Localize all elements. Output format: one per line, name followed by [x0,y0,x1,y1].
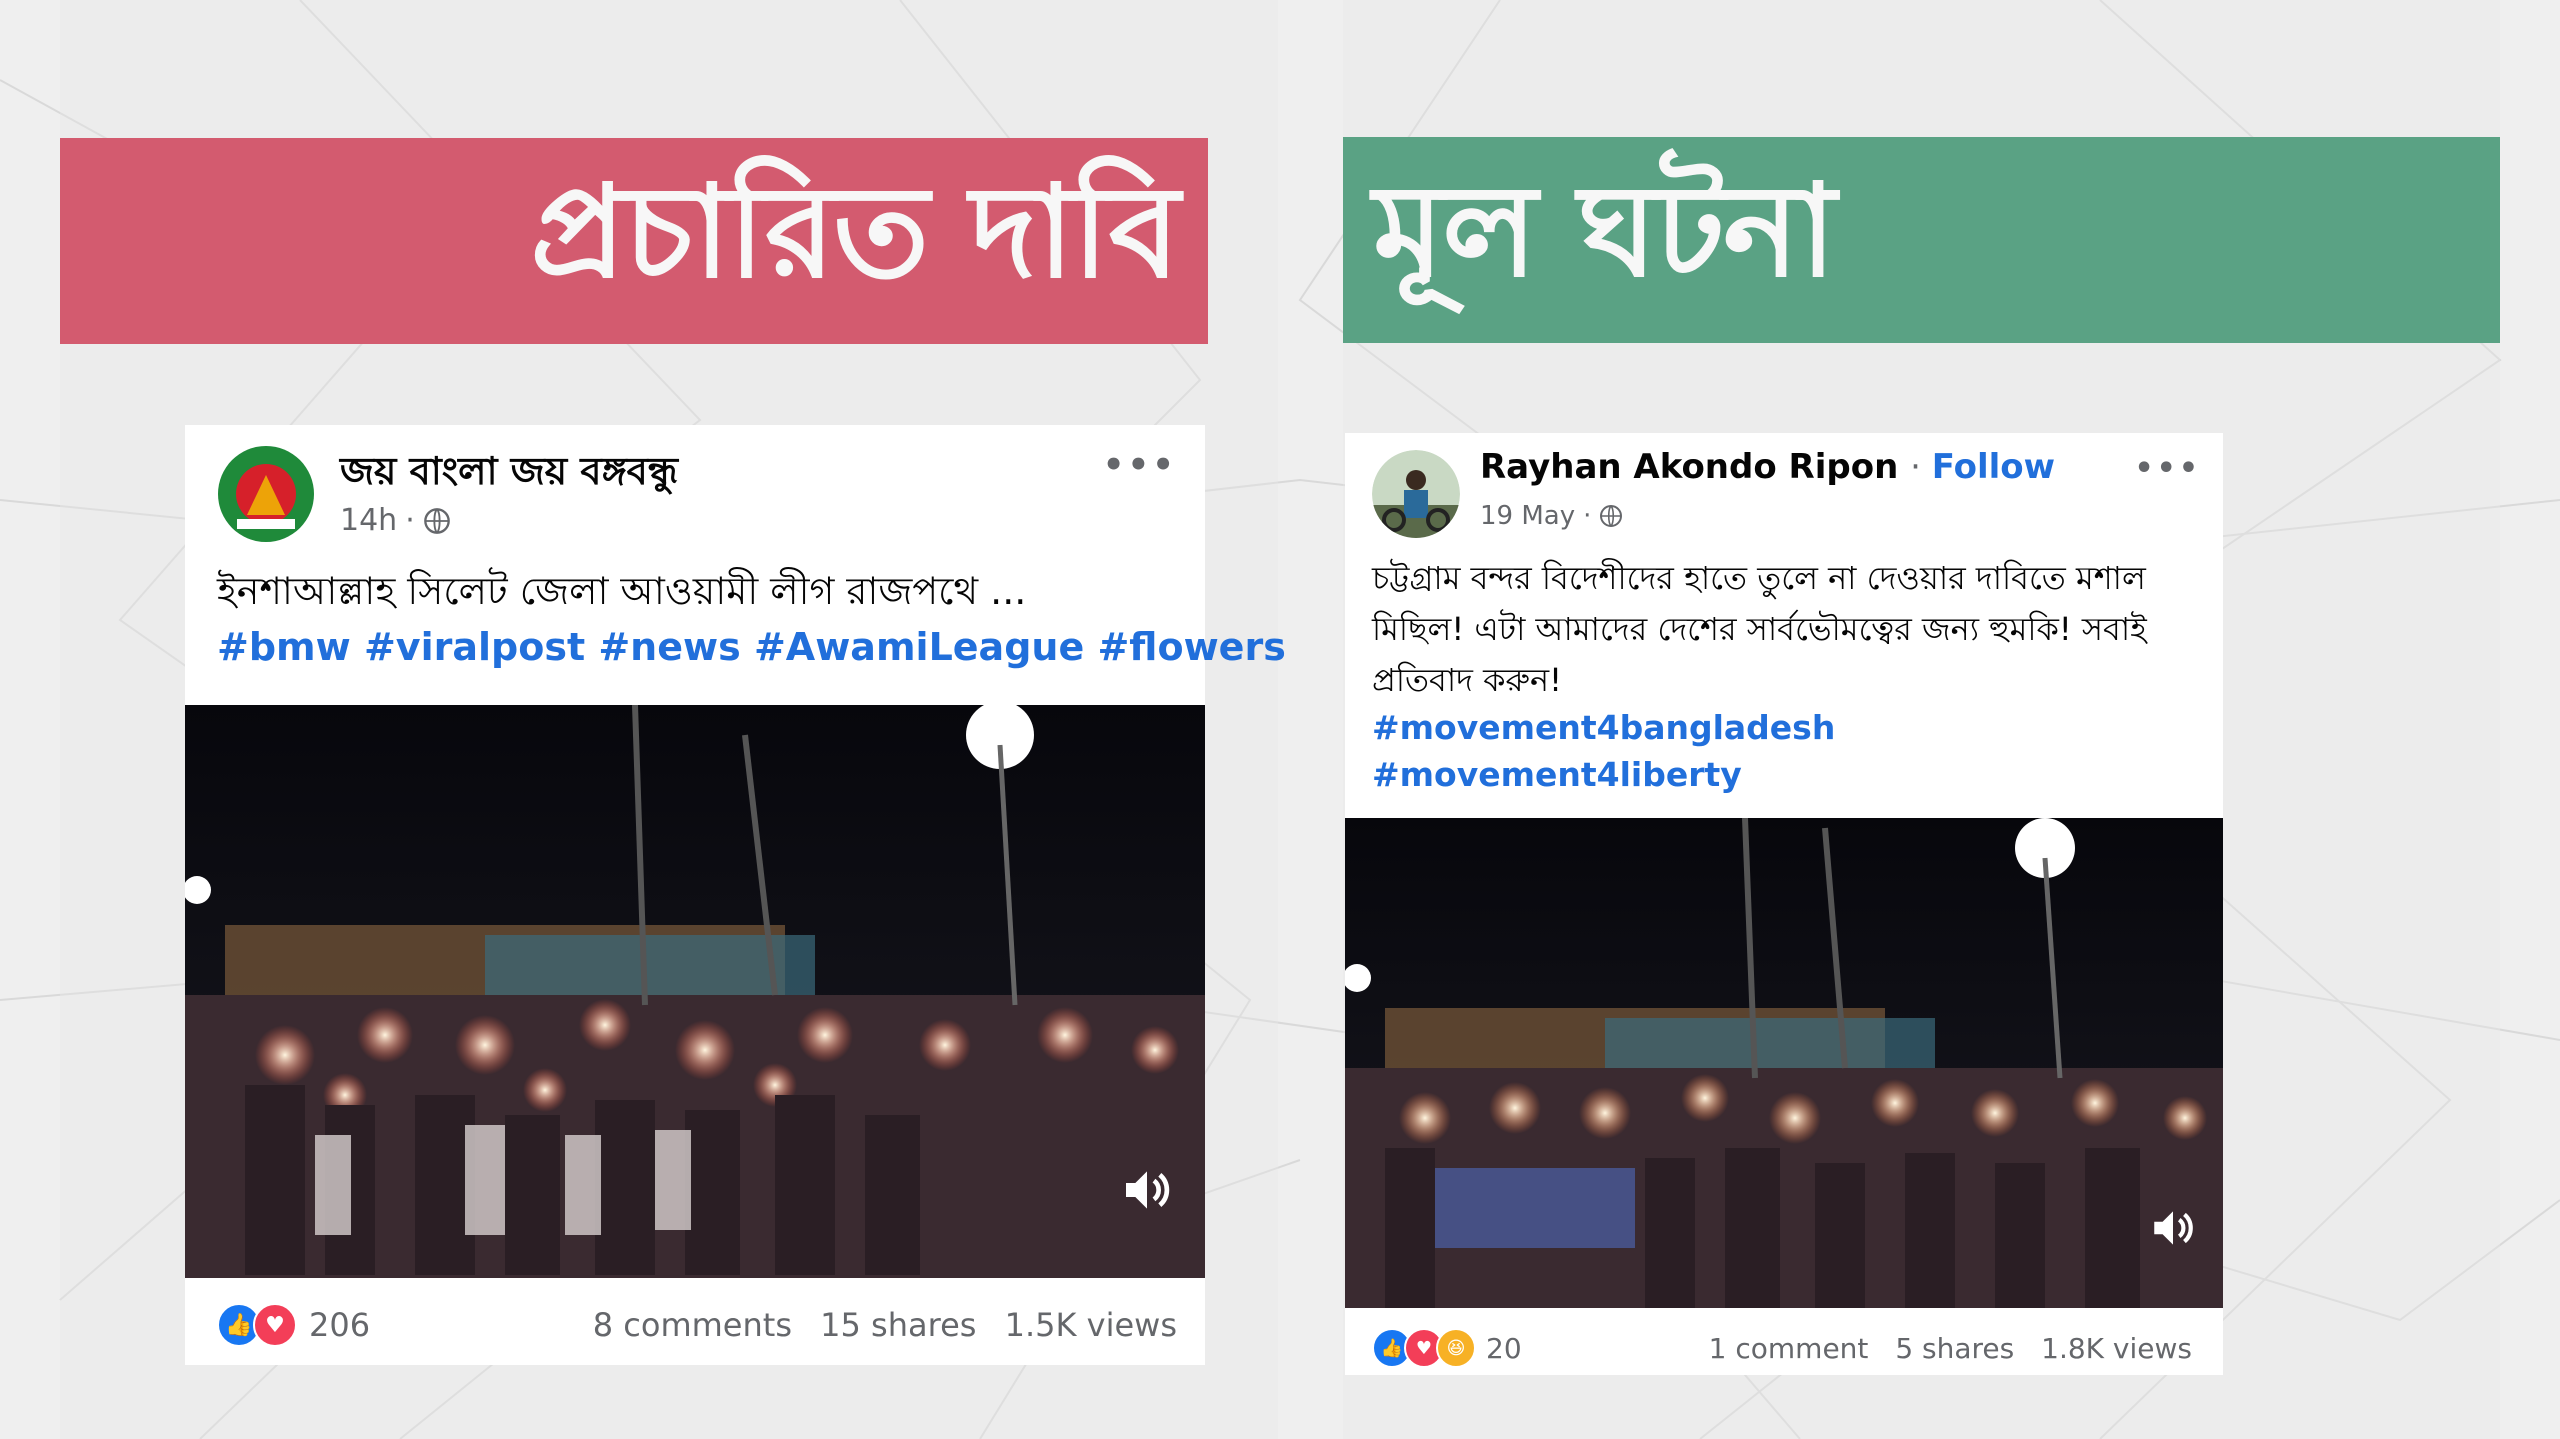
engagement-stats: 8 comments 15 shares 1.5K views [575,1306,1177,1344]
profile-avatar[interactable] [1372,450,1460,538]
video-frame [185,705,1205,1278]
video-frame [1345,818,2223,1308]
post-meta: 14h · [340,503,451,538]
view-count: 1.8K views [2041,1331,2192,1365]
post-author[interactable]: জয় বাংলা জয় বঙ্গবন্ধু [340,442,678,506]
page-avatar[interactable] [217,445,315,543]
post-footer: 👍 ♥ 206 8 comments 15 shares 1.5K views [217,1295,1177,1355]
reaction-summary[interactable]: 👍 ♥ 206 [217,1303,370,1347]
haha-icon: 😆 [1436,1328,1476,1368]
post-meta: 19 May · [1480,501,1623,531]
meta-separator: · [1910,447,1932,487]
engagement-stats: 1 comment 5 shares 1.8K views [1691,1332,2192,1365]
claim-post-card: জয় বাংলা জয় বঙ্গবন্ধু 14h · ••• ইনশাআল… [185,425,1286,1365]
post-time[interactable]: 19 May [1480,501,1575,531]
meta-separator: · [405,503,415,538]
follow-button[interactable]: Follow [1932,447,2055,487]
share-count[interactable]: 15 shares [820,1306,976,1344]
globe-icon [1600,505,1623,527]
post-time[interactable]: 14h [340,503,397,538]
comment-count[interactable]: 8 comments [593,1306,792,1344]
reaction-count: 206 [309,1306,371,1344]
post-video[interactable] [185,705,1205,1278]
page-avatar-image [218,446,314,542]
globe-icon [423,507,450,534]
reaction-summary[interactable]: 👍 ♥ 😆 20 [1372,1328,1522,1368]
post-hashtag-2[interactable]: #movement4liberty [1372,755,1742,794]
share-count[interactable]: 5 shares [1895,1332,2014,1365]
meta-separator: · [1583,501,1592,531]
fact-post-card: Rayhan Akondo Ripon · Follow 19 May · ••… [1345,433,2223,1375]
author-name[interactable]: Rayhan Akondo Ripon [1480,447,1898,487]
more-options-icon[interactable]: ••• [1103,445,1177,485]
post-text: চট্টগ্রাম বন্দর বিদেশীদের হাতে তুলে না দ… [1372,559,2147,699]
post-hashtags[interactable]: #bmw #viralpost #news #AwamiLeague #flow… [217,625,1286,669]
speaker-icon[interactable] [2148,1203,2198,1253]
post-text: ইনশাআল্লাহ সিলেট জেলা আওয়ামী লীগ রাজপথে… [217,569,1027,613]
view-count: 1.5K views [1004,1306,1177,1344]
more-options-icon[interactable]: ••• [2134,451,2201,486]
post-author: Rayhan Akondo Ripon · Follow [1480,447,2055,487]
reaction-count: 20 [1486,1331,1522,1365]
speaker-icon[interactable] [1119,1162,1175,1218]
comment-count[interactable]: 1 comment [1709,1332,1869,1365]
profile-avatar-image [1372,450,1460,538]
post-video[interactable] [1345,818,2223,1308]
love-icon: ♥ [253,1303,297,1347]
post-hashtag-1[interactable]: #movement4bangladesh [1372,708,1835,747]
post-footer: 👍 ♥ 😆 20 1 comment 5 shares 1.8K views [1372,1323,2192,1373]
